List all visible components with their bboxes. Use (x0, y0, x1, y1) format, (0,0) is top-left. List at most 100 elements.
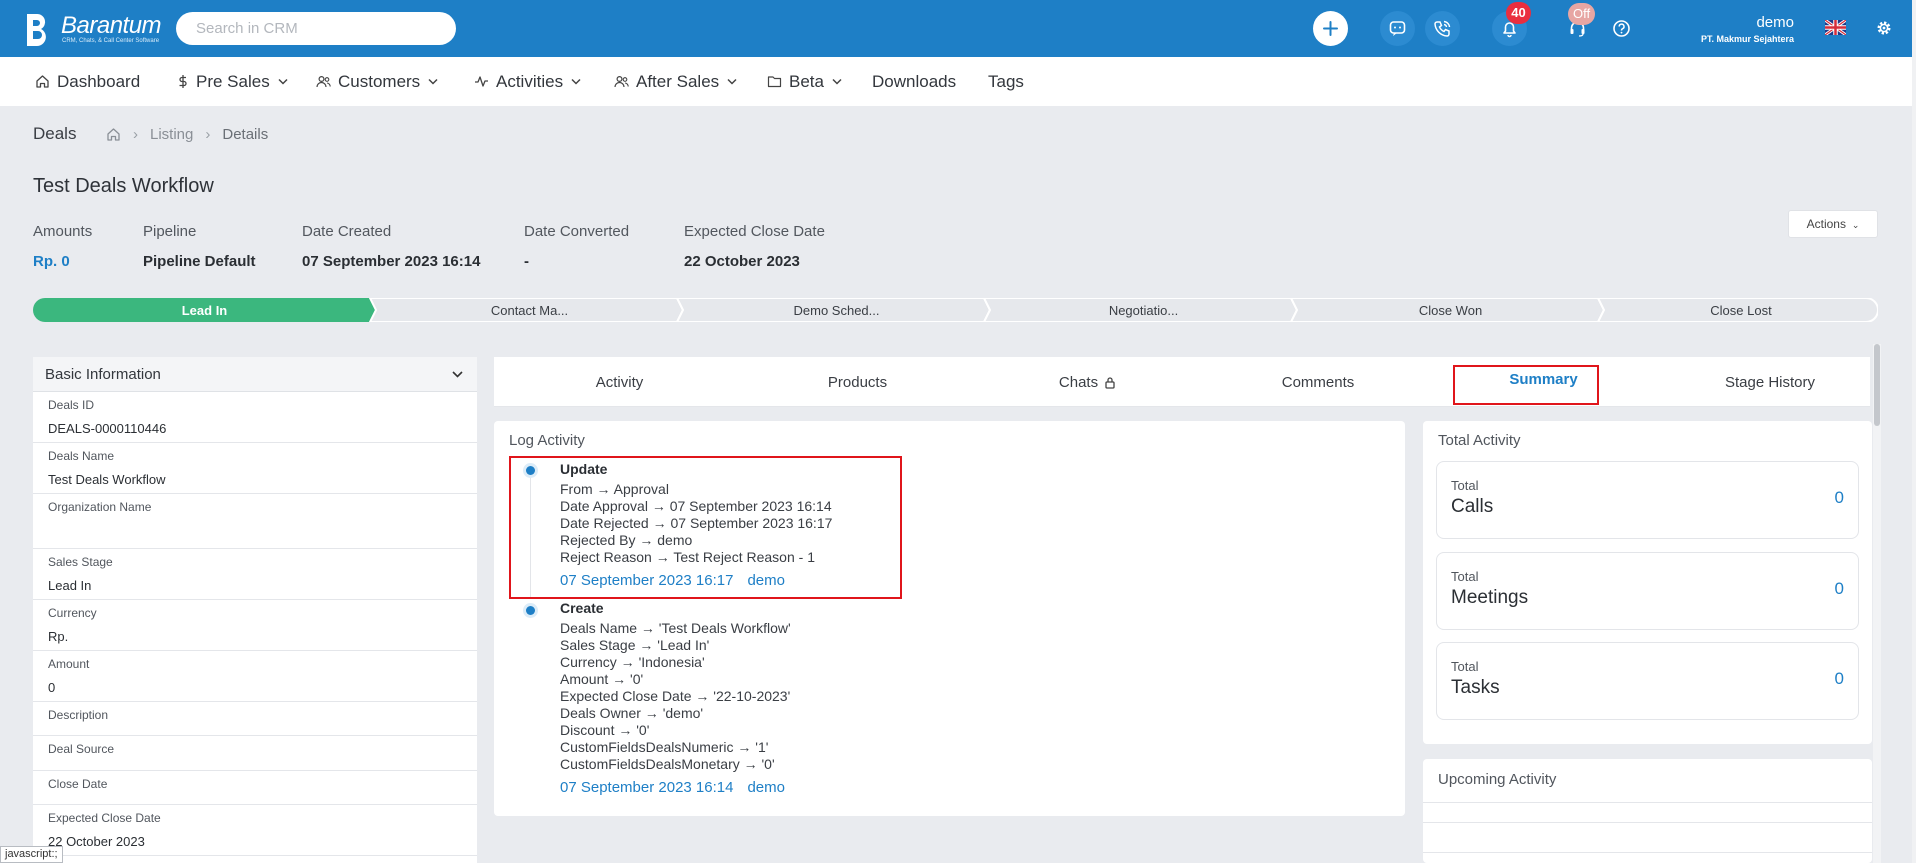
breadcrumb: › Listing › Details (106, 126, 268, 143)
meta-label: Pipeline (143, 223, 197, 240)
call-status-badge: Off (1568, 3, 1596, 25)
breadcrumb-details: Details (222, 126, 269, 143)
field-label: Organization Name (48, 500, 152, 514)
meta-label: Date Converted (524, 223, 630, 240)
field-label: Currency (48, 606, 97, 620)
log-entry-title: Create (560, 600, 604, 616)
stat-value: 0 (1834, 669, 1844, 688)
total-activity-card: Total Activity Total Calls 0 Total Meeti… (1423, 421, 1872, 744)
stage-negotiation[interactable]: Negotiatio... (990, 298, 1297, 322)
user-name[interactable]: demo (1756, 14, 1794, 31)
chevron-down-icon (452, 370, 463, 378)
divider (1423, 852, 1872, 853)
field-label: Deals ID (48, 398, 95, 412)
top-bar: Barantum CRM, Chats, & Call Center Softw… (0, 0, 1916, 57)
tab-products[interactable]: Products (745, 357, 970, 407)
upcoming-activity-title: Upcoming Activity (1438, 771, 1557, 788)
home-icon[interactable] (106, 127, 121, 142)
main-navigation: Dashboard Pre Sales Customers Activities (0, 57, 1916, 106)
phone-icon (1434, 20, 1451, 37)
tab-stage-history[interactable]: Stage History (1656, 357, 1884, 407)
content-scrollbar[interactable] (1873, 344, 1881, 863)
actions-dropdown-button[interactable]: Actions ⌄ (1788, 210, 1878, 238)
log-entry-user-link[interactable]: demo (747, 779, 785, 796)
chevron-down-icon (571, 78, 581, 85)
upcoming-activity-card: Upcoming Activity (1423, 759, 1872, 863)
deal-meta-expected-close: Expected Close Date 22 October 2023 (684, 223, 825, 270)
brand-name: Barantum (61, 12, 162, 39)
nav-label: Customers (338, 71, 421, 91)
activity-icon (475, 76, 488, 87)
field-label: Expected Close Date (48, 811, 161, 825)
search-input[interactable] (176, 12, 456, 45)
stage-close-lost[interactable]: Close Lost (1604, 298, 1878, 322)
breadcrumb-listing[interactable]: Listing (150, 126, 193, 143)
chevron-down-icon: ⌄ (1849, 220, 1860, 230)
nav-label: Tags (988, 71, 1024, 91)
quick-add-button[interactable] (1313, 11, 1348, 46)
lock-icon (1105, 376, 1115, 389)
stat-meetings[interactable]: Total Meetings 0 (1436, 552, 1859, 630)
home-icon (36, 75, 49, 88)
nav-activities[interactable]: Activities (474, 57, 588, 106)
stat-name: Meetings (1451, 587, 1529, 608)
users-icon (614, 75, 629, 88)
tab-comments[interactable]: Comments (1205, 357, 1431, 407)
basic-information-header[interactable]: Basic Information (33, 357, 477, 392)
folder-icon (767, 76, 782, 88)
panel-title: Basic Information (45, 365, 161, 383)
nav-label: Beta (789, 71, 824, 91)
nav-after-sales[interactable]: After Sales (614, 57, 744, 106)
stat-value: 0 (1834, 488, 1844, 507)
meta-label: Date Created (302, 223, 392, 240)
log-entry-line: Deals Name → 'Test Deals Workflow' (560, 620, 791, 636)
log-entry-footer: 07 September 2023 16:14 demo (560, 779, 791, 796)
page-scrollbar[interactable] (1912, 0, 1916, 863)
nav-dashboard[interactable]: Dashboard (35, 57, 140, 106)
field-sales-stage: Sales Stage Lead In (33, 549, 477, 600)
dollar-icon (179, 75, 187, 88)
nav-tags[interactable]: Tags (988, 57, 1024, 106)
actions-label: Actions (1806, 217, 1846, 231)
brand-logo[interactable]: Barantum CRM, Chats, & Call Center Softw… (24, 10, 184, 50)
nav-label: Dashboard (57, 71, 141, 91)
chat-button[interactable] (1380, 11, 1415, 46)
phone-button[interactable] (1425, 11, 1460, 46)
log-entry-line: Expected Close Date → '22-10-2023' (560, 688, 791, 704)
log-entry-line: CustomFieldsDealsNumeric → '1' (560, 739, 769, 755)
stage-close-won[interactable]: Close Won (1297, 298, 1604, 322)
nav-downloads[interactable]: Downloads (872, 57, 956, 106)
brand-tagline: CRM, Chats, & Call Center Software (62, 38, 160, 44)
log-entry-line: Amount → '0' (560, 671, 644, 687)
nav-label: Pre Sales (196, 71, 270, 91)
divider (1423, 822, 1872, 823)
nav-customers[interactable]: Customers (316, 57, 445, 106)
stage-lead-in[interactable]: Lead In (33, 298, 376, 322)
stage-contact-made[interactable]: Contact Ma... (376, 298, 683, 322)
field-description: Description (33, 702, 477, 736)
stat-value: 0 (1834, 579, 1844, 598)
scrollbar-thumb[interactable] (1874, 344, 1880, 426)
uk-flag-icon[interactable] (1825, 20, 1846, 35)
breadcrumb-separator: › (205, 126, 211, 143)
divider (1423, 802, 1872, 803)
deal-title: Test Deals Workflow (33, 175, 214, 197)
deal-meta-amounts: Amounts Rp. 0 (33, 223, 92, 270)
stat-tasks[interactable]: Total Tasks 0 (1436, 642, 1859, 720)
log-entry-line: CustomFieldsDealsMonetary → '0' (560, 756, 775, 772)
field-value: Lead In (48, 578, 92, 593)
nav-pre-sales[interactable]: Pre Sales (177, 57, 295, 106)
summary-tab-highlight-box (1453, 365, 1599, 405)
stat-name: Tasks (1451, 677, 1500, 698)
help-button[interactable] (1604, 11, 1639, 46)
deal-meta-date-converted: Date Converted - (524, 223, 629, 270)
nav-beta[interactable]: Beta (767, 57, 849, 106)
stat-calls[interactable]: Total Calls 0 (1436, 461, 1859, 539)
tab-chats[interactable]: Chats (970, 357, 1205, 407)
tab-activity[interactable]: Activity (494, 357, 745, 407)
field-value: Rp. (48, 629, 69, 644)
settings-gear-icon[interactable] (1875, 19, 1893, 37)
stage-demo-scheduled[interactable]: Demo Sched... (683, 298, 990, 322)
chevron-down-icon (428, 78, 438, 85)
field-deals-id: Deals ID DEALS-0000110446 (33, 392, 477, 443)
